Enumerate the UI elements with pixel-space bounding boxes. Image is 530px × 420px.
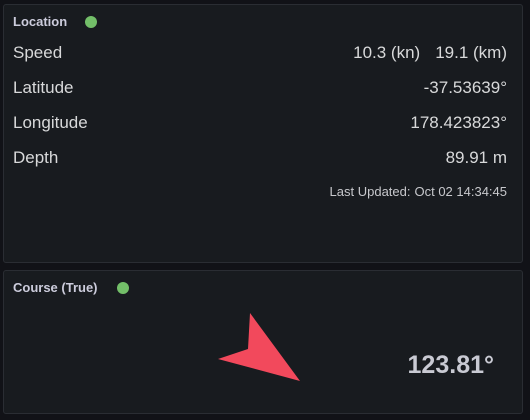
location-panel-header: Location [13,14,98,29]
depth-row: Depth 89.91 m [13,146,507,170]
last-updated-value: Oct 02 14:34:45 [414,184,507,199]
latitude-label: Latitude [13,78,74,97]
latitude-row: Latitude -37.53639° [13,76,507,100]
speed-value-km: 19.1 (km) [435,43,507,62]
direction-arrow-shape [218,313,300,381]
longitude-row: Longitude 178.423823° [13,111,507,135]
course-value: 123.81° [407,351,494,379]
speed-label: Speed [13,43,63,62]
speed-values: 10.3 (kn) 19.1 (km) [353,43,507,63]
course-status-indicator [116,281,129,294]
depth-label: Depth [13,148,59,167]
longitude-value: 178.423823° [410,113,507,132]
depth-value: 89.91 m [445,148,507,167]
location-status-indicator [85,15,98,28]
course-panel: Course (True) 123.81° [3,270,523,414]
last-updated-label: Last Updated: [329,184,411,199]
location-panel-title: Location [13,14,68,29]
last-updated: Last Updated: Oct 02 14:34:45 [330,184,507,199]
course-panel-header: Course (True) [13,280,129,295]
latitude-value: -37.53639° [423,78,507,97]
course-panel-title: Course (True) [13,280,98,295]
speed-value-kn: 10.3 (kn) [353,43,421,62]
direction-arrow-icon [214,309,304,384]
longitude-label: Longitude [13,113,88,132]
speed-row: Speed 10.3 (kn) 19.1 (km) [13,41,507,65]
location-panel: Location Speed 10.3 (kn) 19.1 (km) Latit… [3,4,523,263]
